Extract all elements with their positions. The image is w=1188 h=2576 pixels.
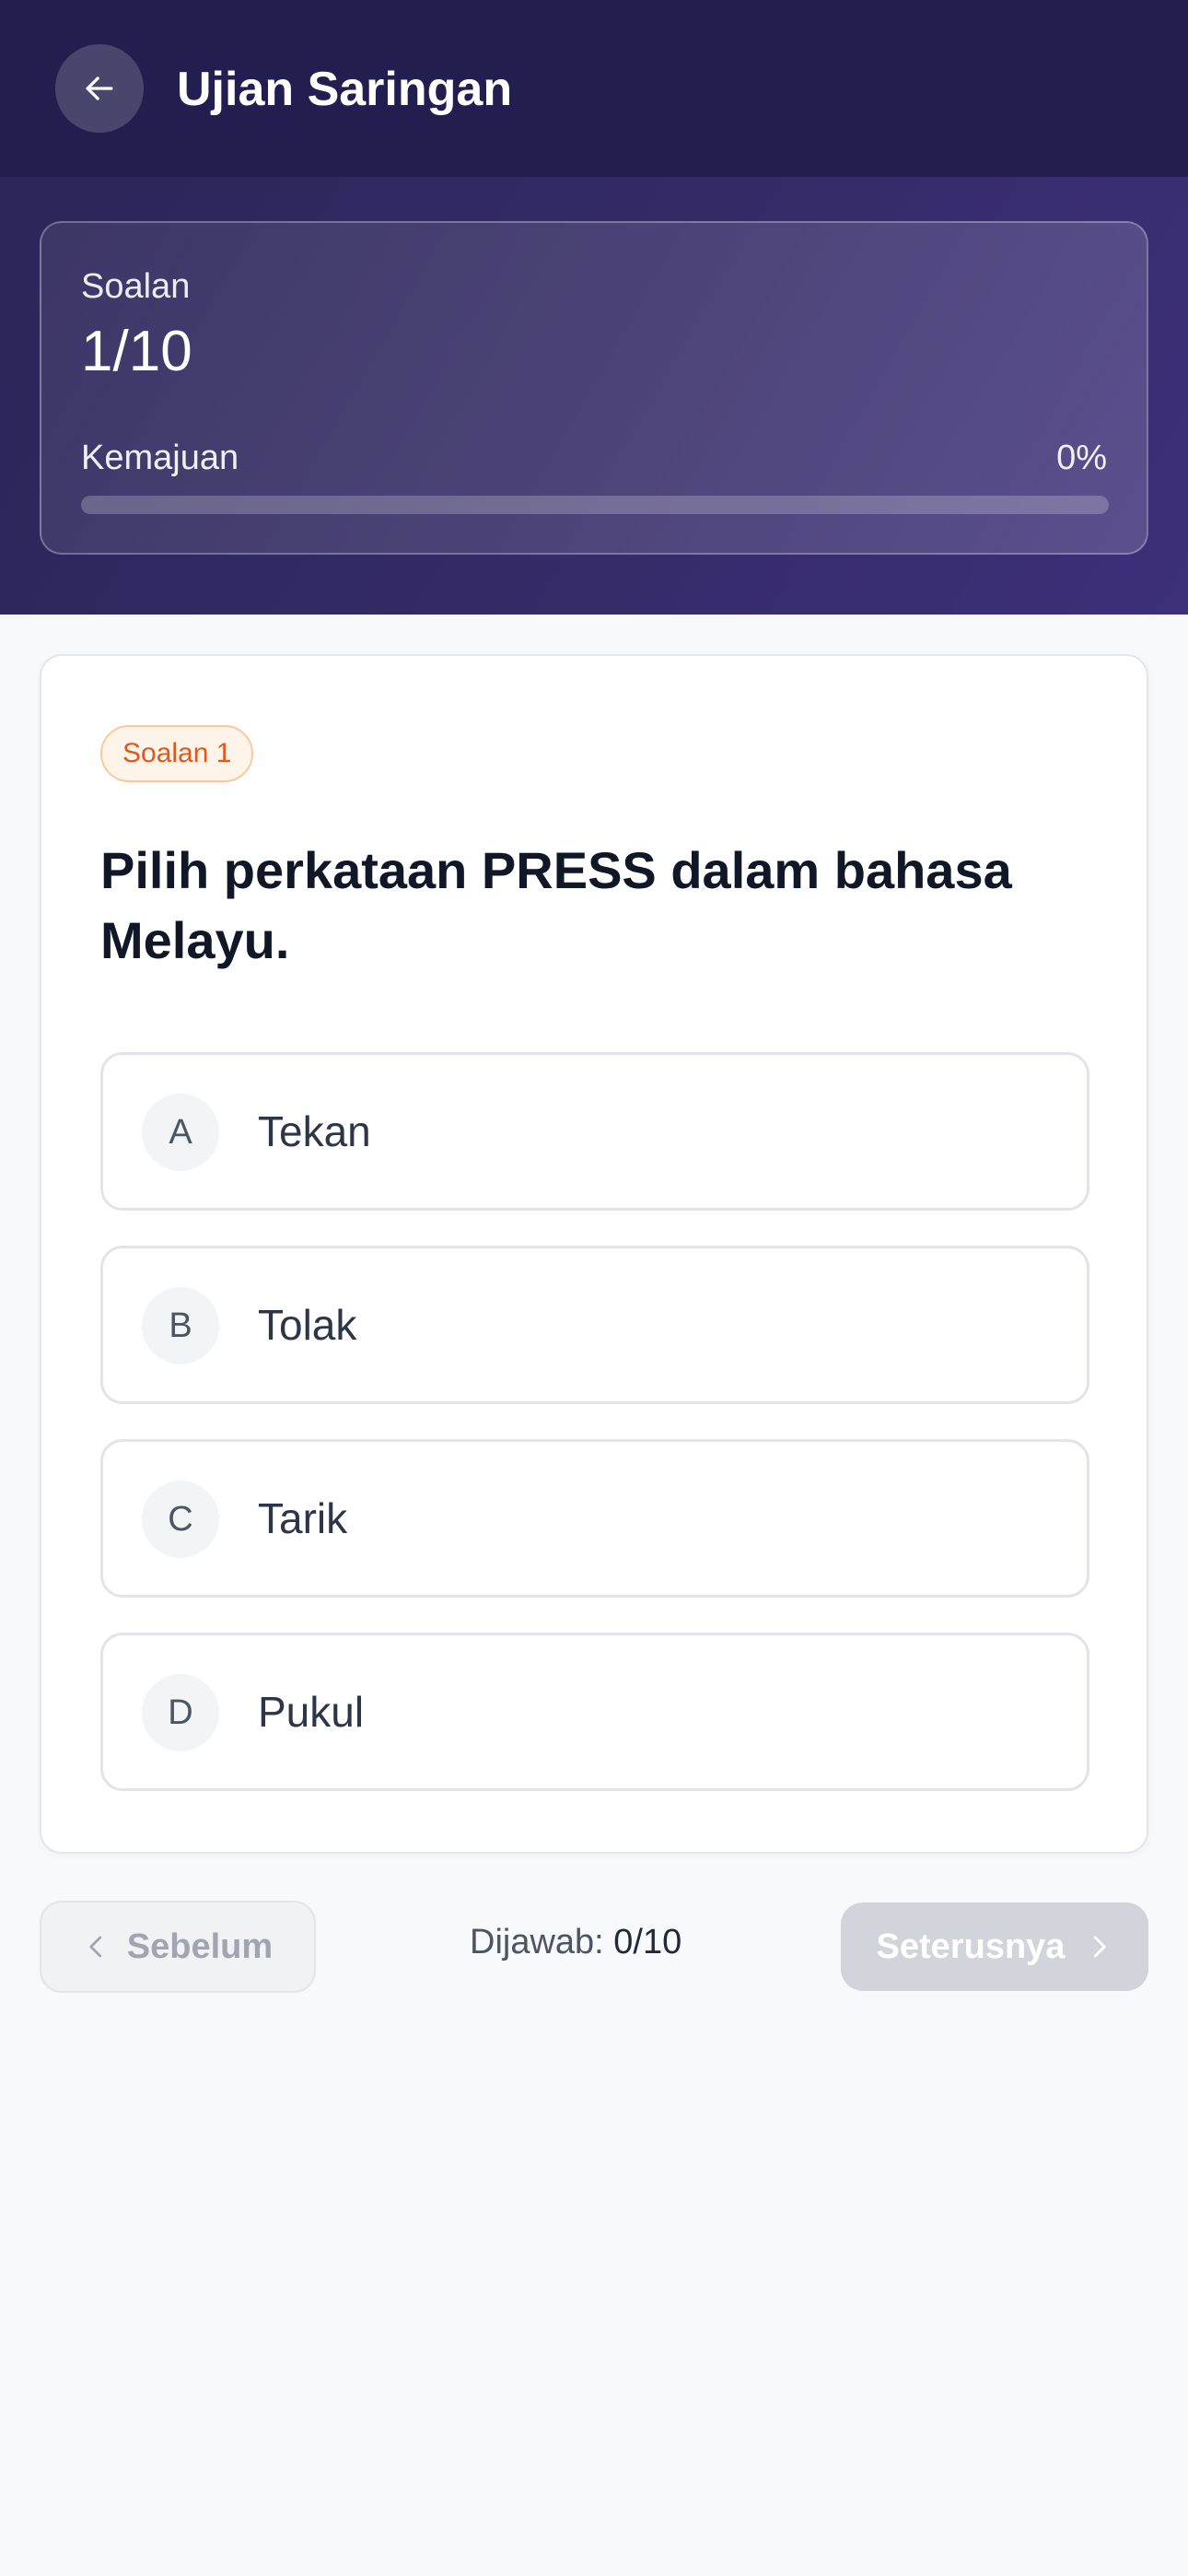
answer-option-b[interactable]: B Tolak (100, 1246, 1089, 1404)
answer-option-c[interactable]: C Tarik (100, 1439, 1089, 1598)
chevron-right-icon (1094, 1936, 1107, 1958)
answer-option-d[interactable]: D Pukul (100, 1633, 1089, 1791)
option-text: Tarik (258, 1494, 348, 1542)
chevron-left-icon (89, 1936, 101, 1958)
answered-count: 0/10 (613, 1923, 682, 1961)
question-number-badge: Soalan 1 (100, 725, 254, 782)
option-text: Pukul (258, 1688, 365, 1736)
option-letter: C (142, 1481, 219, 1558)
progress-bar (81, 496, 1109, 514)
option-text: Tekan (258, 1107, 371, 1155)
answered-label: Dijawab: (470, 1923, 604, 1961)
previous-button[interactable]: Sebelum (40, 1901, 316, 1993)
quiz-screen: Ujian Saringan Soalan 1/10 Kemajuan 0% S… (0, 0, 1188, 2576)
progress-card: Soalan 1/10 Kemajuan 0% (40, 221, 1148, 555)
option-text: Tolak (258, 1301, 357, 1349)
arrow-left-icon (86, 76, 113, 100)
answer-option-a[interactable]: A Tekan (100, 1052, 1089, 1211)
progress-label: Kemajuan (81, 439, 239, 477)
option-letter: B (142, 1287, 219, 1364)
answered-counter: Dijawab: 0/10 (470, 1923, 681, 1962)
progress-percent: 0% (1056, 439, 1107, 477)
page-title: Ujian Saringan (177, 63, 513, 116)
previous-button-label: Sebelum (126, 1926, 274, 1966)
progress-section: Soalan 1/10 Kemajuan 0% (0, 177, 1188, 615)
option-letter: A (142, 1094, 219, 1171)
question-counter: 1/10 (81, 320, 192, 383)
top-app-bar: Ujian Saringan (0, 0, 1188, 177)
back-button[interactable] (55, 44, 144, 133)
option-letter: D (142, 1674, 219, 1751)
question-card: Soalan 1 Pilih perkataan PRESS dalam bah… (40, 654, 1148, 1854)
next-button-label: Seterusnya (876, 1926, 1066, 1966)
next-button[interactable]: Seterusnya (841, 1903, 1148, 1991)
question-text: Pilih perkataan PRESS dalam bahasa Melay… (100, 841, 1012, 970)
question-label: Soalan (81, 267, 191, 306)
